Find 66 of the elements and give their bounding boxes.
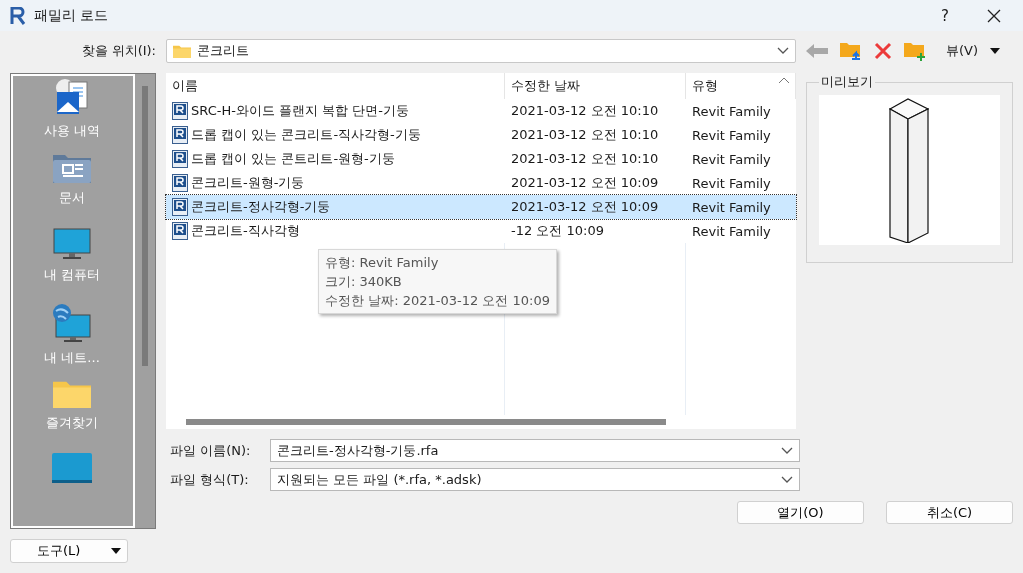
- date-cell-text: 2021-03-12 오전 10:10: [510, 126, 660, 144]
- column-header[interactable]: 이름: [166, 73, 505, 99]
- type-cell-text: Revit Family: [691, 103, 772, 119]
- monitor-icon: [53, 228, 91, 260]
- date-cell-text: 2021-03-12 오전 10:10: [510, 102, 660, 120]
- revit-file-icon: [172, 198, 188, 216]
- file-name-cell: 드롭 캡이 있는 콘크리트-직사각형-기둥: [166, 126, 505, 144]
- revit-file-icon: [172, 222, 188, 240]
- file-row[interactable]: SRC-H-와이드 플랜지 복합 단면-기둥 2021-03-12 오전 10:10 Revit Family: [166, 99, 796, 123]
- file-row[interactable]: 드롭 캡이 있는 콘크리트-직사각형-기둥 2021-03-12 오전 10:10 Revit Family: [166, 123, 796, 147]
- recent-document-icon: [53, 78, 91, 116]
- type-cell-text: Revit Family: [691, 223, 772, 239]
- dialog-button[interactable]: 열기(O): [737, 501, 864, 524]
- tooltip-line: 크기: 340KB: [325, 273, 403, 291]
- file-type-dropdown[interactable]: 지원되는 모든 파일 (*.rfa, *.adsk): [270, 468, 800, 491]
- caret-icon: [990, 48, 1001, 54]
- type-cell-text: Revit Family: [691, 151, 772, 167]
- new-folder-icon[interactable]: [904, 41, 926, 61]
- look-in-label: 찾을 위치(I):: [81, 42, 156, 60]
- date-cell-text: 2021-03-12 오전 10:09: [510, 198, 660, 216]
- folder-up-icon[interactable]: [840, 41, 862, 61]
- network-computer-icon: [52, 303, 92, 343]
- file-name-cell: 콘크리트-직사각형: [166, 222, 505, 240]
- close-icon[interactable]: [987, 8, 1001, 23]
- tooltip-line: 수정한 날짜: 2021-03-12 오전 10:09: [325, 292, 550, 310]
- date-cell-text: 2021-03-12 오전 10:10: [510, 150, 660, 168]
- file-name-cell: SRC-H-와이드 플랜지 복합 단면-기둥: [166, 102, 505, 120]
- file-row[interactable]: 콘크리트-직사각형 -12 오전 10:09 Revit Family: [166, 219, 796, 243]
- documents-folder-icon: [53, 153, 91, 183]
- date-cell-text: -12 오전 10:09: [510, 222, 605, 240]
- scrollbar-thumb[interactable]: [186, 419, 666, 425]
- type-cell-text: Revit Family: [691, 175, 772, 191]
- dialog-button[interactable]: 취소(C): [886, 501, 1013, 524]
- date-cell-text: 2021-03-12 오전 10:09: [510, 174, 660, 192]
- delete-icon[interactable]: [874, 42, 892, 60]
- revit-file-icon: [172, 102, 188, 120]
- sort-icon: [779, 77, 789, 83]
- revit-file-icon: [172, 126, 188, 144]
- type-cell-text: Revit Family: [691, 127, 772, 143]
- file-type-label: 파일 형식(T):: [169, 470, 250, 489]
- folder-icon: [173, 43, 191, 59]
- app-logo-icon: [10, 6, 26, 25]
- back-arrow-icon[interactable]: [806, 44, 828, 58]
- file-row[interactable]: 콘크리트-정사각형-기둥 2021-03-12 오전 10:09 Revit Family: [166, 195, 796, 219]
- column-header[interactable]: 수정한 날짜: [505, 73, 686, 99]
- tooltip-line: 유형: Revit Family: [325, 254, 440, 272]
- revit-file-icon: [172, 150, 188, 168]
- file-name-cell: 콘크리트-원형-기둥: [166, 174, 505, 192]
- preview-label: 미리보기: [820, 73, 874, 91]
- help-button[interactable]: ?: [923, 6, 967, 25]
- file-row[interactable]: 콘크리트-원형-기둥 2021-03-12 오전 10:09 Revit Family: [166, 171, 796, 195]
- file-row[interactable]: 드롭 캡이 있는 콘트리트-원형-기둥 2021-03-12 오전 10:10 Revit Family: [166, 147, 796, 171]
- window-title: 패밀리 로드: [34, 6, 110, 25]
- file-name-field[interactable]: 콘크리트-정사각형-기둥.rfa: [270, 439, 800, 462]
- file-name-label: 파일 이름(N):: [169, 441, 252, 460]
- scrollbar-thumb[interactable]: [142, 86, 148, 366]
- file-name-cell: 콘크리트-정사각형-기둥: [166, 198, 505, 216]
- tools-button[interactable]: 도구(L): [10, 539, 128, 563]
- caret-icon: [111, 548, 121, 554]
- file-name-cell: 드롭 캡이 있는 콘트리트-원형-기둥: [166, 150, 505, 168]
- look-in-dropdown[interactable]: 콘크리트: [166, 39, 796, 63]
- revit-file-icon: [172, 174, 188, 192]
- column-header[interactable]: 유형: [686, 73, 796, 99]
- desktop-icon: [52, 453, 92, 485]
- type-cell-text: Revit Family: [691, 199, 772, 215]
- view-menu-button[interactable]: 뷰(V): [946, 42, 979, 60]
